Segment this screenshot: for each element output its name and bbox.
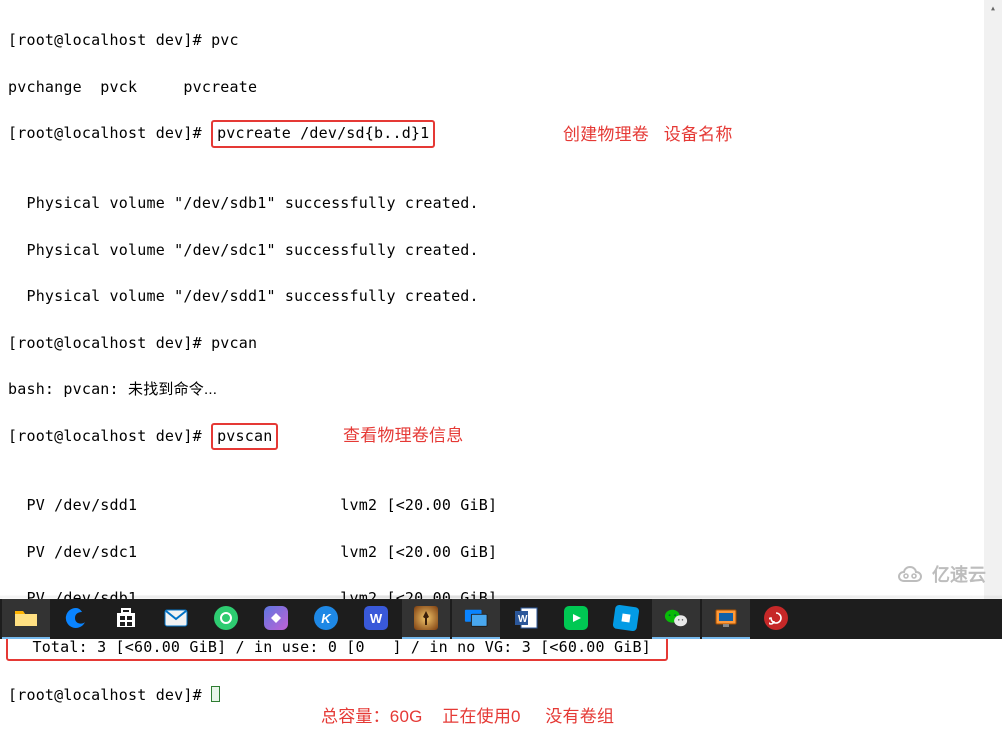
shell-prompt: [root@localhost dev]# xyxy=(8,334,211,352)
output-line: Physical volume "/dev/sdb1" successfully… xyxy=(8,194,479,212)
remote-desktop-icon[interactable] xyxy=(452,599,500,639)
annotation-device-name: 设备名称 xyxy=(664,125,733,144)
annotation-view-pv: 查看物理卷信息 xyxy=(343,423,463,449)
iqiyi-icon[interactable] xyxy=(552,599,600,639)
svg-text:W: W xyxy=(518,614,528,625)
game-icon[interactable] xyxy=(402,599,450,639)
command-text: pvcan xyxy=(211,334,257,352)
file-explorer-icon[interactable] xyxy=(2,599,50,639)
command-text: pvc xyxy=(211,31,239,49)
boxed-command-pvcreate: pvcreate /dev/sd{b..d}1 xyxy=(211,120,435,147)
word-icon[interactable]: W xyxy=(502,599,550,639)
360-browser-icon[interactable] xyxy=(202,599,250,639)
terminal-output: [root@localhost dev]# pvc pvchange pvck … xyxy=(0,0,1002,754)
scrollbar-track[interactable]: ▴ xyxy=(984,0,1002,600)
annotation-create-pv: 创建物理卷 xyxy=(563,125,649,144)
kugou-icon[interactable]: K xyxy=(302,599,350,639)
microsoft-store-icon[interactable] xyxy=(102,599,150,639)
watermark: 亿速云 xyxy=(896,561,986,587)
completion-list: pvchange pvck pvcreate xyxy=(8,78,257,96)
app-blue-icon[interactable] xyxy=(602,599,650,639)
scroll-up-arrow-icon[interactable]: ▴ xyxy=(984,0,1002,18)
output-line: Physical volume "/dev/sdd1" successfully… xyxy=(8,287,479,305)
virtualbox-icon[interactable] xyxy=(702,599,750,639)
shell-prompt: [root@localhost dev]# xyxy=(8,686,211,704)
shell-prompt: [root@localhost dev]# xyxy=(8,31,211,49)
mail-icon[interactable] xyxy=(152,599,200,639)
shell-prompt: [root@localhost dev]# xyxy=(8,427,211,445)
pv-line: PV /dev/sdd1 lvm2 [<20.00 GiB] xyxy=(8,496,497,514)
pv-line: PV /dev/sdc1 lvm2 [<20.00 GiB] xyxy=(8,543,497,561)
annotation-novg: 没有卷组 xyxy=(545,707,614,726)
wechat-icon[interactable] xyxy=(652,599,700,639)
wps-icon[interactable]: W xyxy=(352,599,400,639)
error-prefix: bash: pvcan: xyxy=(8,380,128,398)
output-line: Physical volume "/dev/sdc1" successfully… xyxy=(8,241,479,259)
spiral-icon[interactable] xyxy=(752,599,800,639)
windows-taskbar[interactable]: K W W xyxy=(0,599,1002,639)
watermark-text: 亿速云 xyxy=(932,561,986,587)
cloud-icon xyxy=(896,563,926,585)
boxed-command-pvscan: pvscan xyxy=(211,423,278,450)
shell-prompt: [root@localhost dev]# xyxy=(8,124,211,142)
annotation-inuse: 正在使用0 xyxy=(442,707,520,726)
edge-browser-icon[interactable] xyxy=(52,599,100,639)
error-cn: 未找到命令... xyxy=(128,381,217,398)
terminal-cursor[interactable] xyxy=(211,686,220,702)
annotation-total: 总容量：60G xyxy=(321,707,423,726)
app-pink-icon[interactable] xyxy=(252,599,300,639)
